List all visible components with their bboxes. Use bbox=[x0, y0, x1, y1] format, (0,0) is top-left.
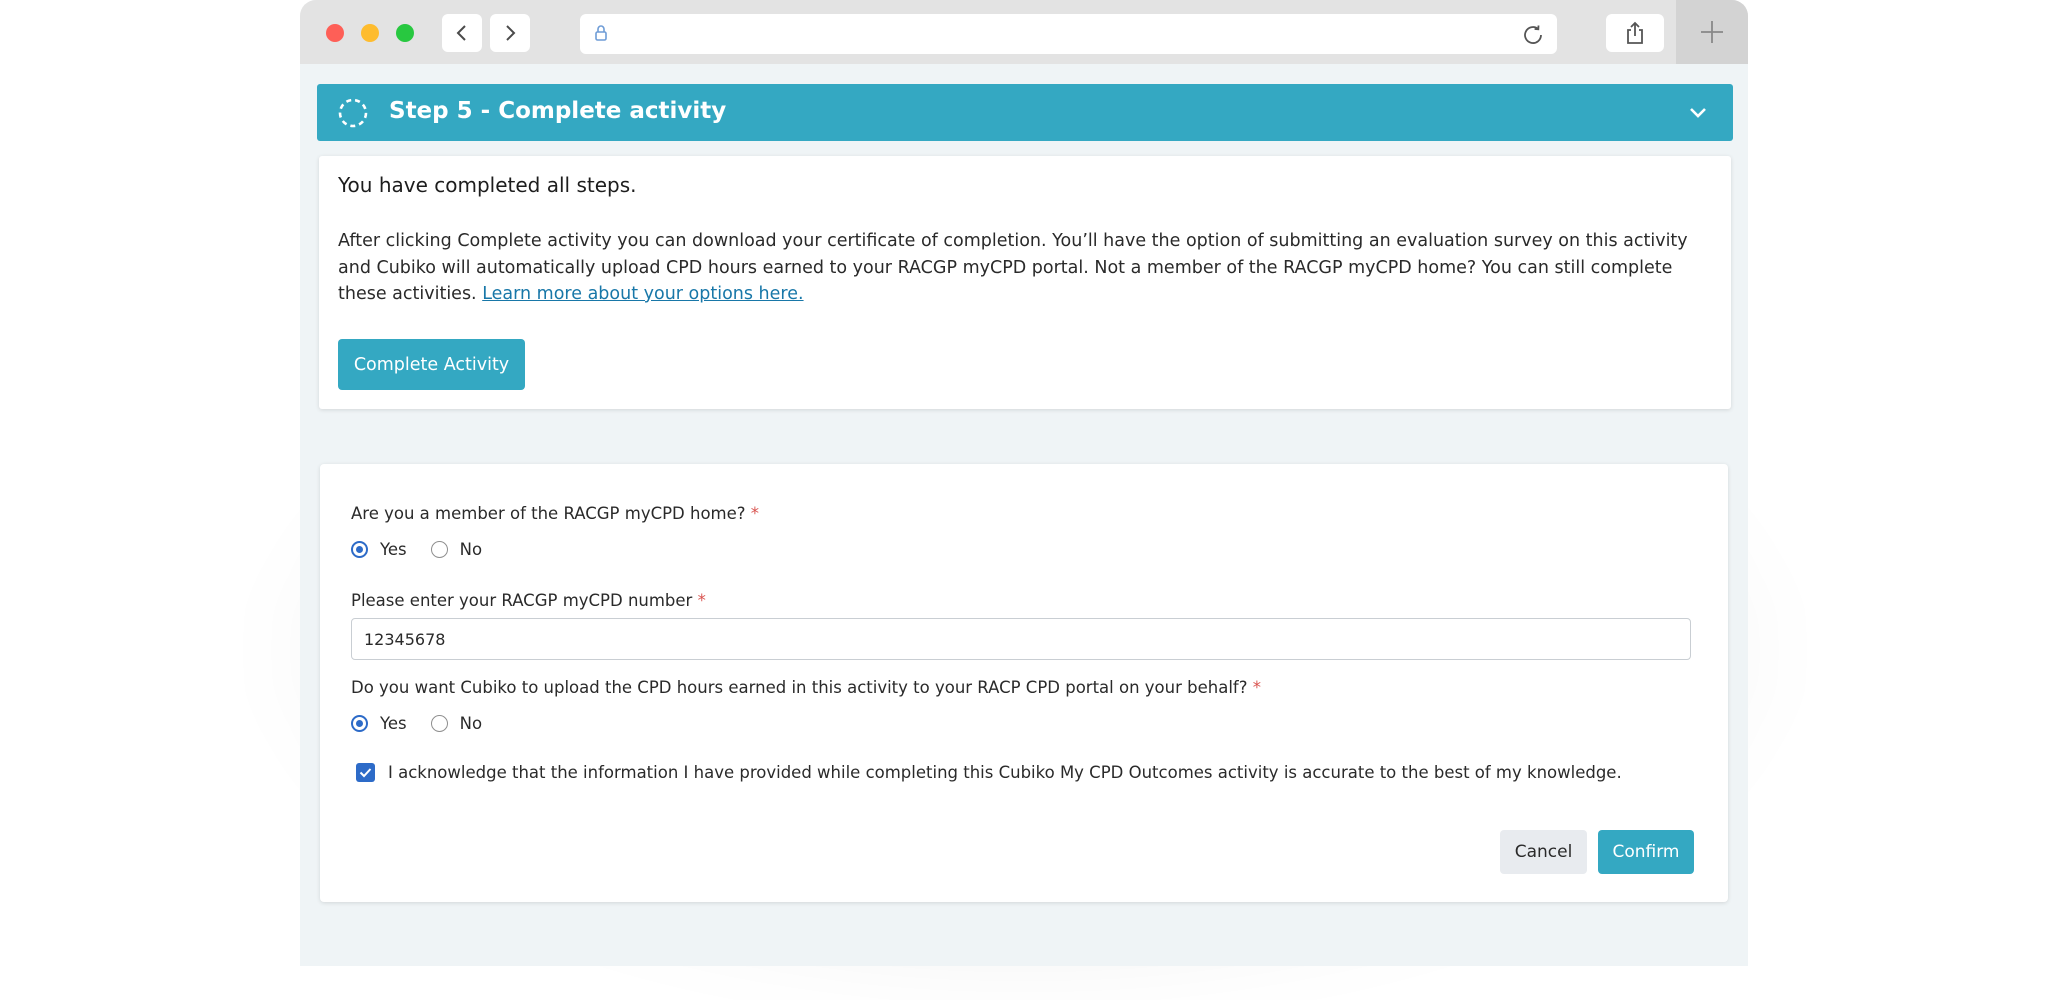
completion-heading: You have completed all steps. bbox=[338, 173, 637, 197]
member-no-radio[interactable] bbox=[430, 541, 448, 558]
chevron-left-icon bbox=[456, 25, 466, 41]
mycpd-number-input[interactable] bbox=[351, 618, 1691, 660]
member-yes-radio[interactable] bbox=[351, 541, 368, 558]
mycpd-number-text: Please enter your RACGP myCPD number bbox=[351, 591, 693, 610]
completion-card: You have completed all steps. After clic… bbox=[319, 156, 1731, 409]
upload-no-label: No bbox=[459, 714, 483, 733]
new-tab-button[interactable] bbox=[1676, 0, 1748, 64]
step-title: Step 5 - Complete activity bbox=[389, 98, 727, 124]
address-bar[interactable] bbox=[580, 14, 1557, 54]
member-question-text: Are you a member of the RACGP myCPD home… bbox=[351, 504, 746, 523]
acknowledge-text: I acknowledge that the information I hav… bbox=[388, 763, 1622, 782]
upload-yes-label: Yes bbox=[380, 714, 407, 733]
back-button[interactable] bbox=[442, 14, 482, 52]
browser-window: Step 5 - Complete activity You have comp… bbox=[300, 0, 1748, 966]
upload-no-radio[interactable] bbox=[430, 715, 448, 732]
required-asterisk: * bbox=[697, 591, 706, 610]
share-button[interactable] bbox=[1606, 14, 1664, 52]
minimize-window-button[interactable] bbox=[361, 24, 379, 42]
upload-yes-option[interactable]: Yes bbox=[351, 714, 407, 733]
plus-icon bbox=[1701, 21, 1723, 43]
upload-yes-radio[interactable] bbox=[351, 715, 368, 732]
browser-toolbar bbox=[300, 0, 1748, 64]
upload-radio-group: Yes No bbox=[351, 714, 506, 733]
required-asterisk: * bbox=[750, 504, 760, 523]
cancel-button[interactable]: Cancel bbox=[1500, 830, 1587, 874]
member-no-option[interactable]: No bbox=[430, 540, 483, 559]
completion-description: After clicking Complete activity you can… bbox=[338, 228, 1718, 308]
acknowledge-checkbox[interactable] bbox=[356, 763, 375, 782]
zoom-window-button[interactable] bbox=[396, 24, 414, 42]
upload-no-option[interactable]: No bbox=[430, 714, 483, 733]
cpd-form-card: Are you a member of the RACGP myCPD home… bbox=[320, 464, 1728, 902]
required-asterisk: * bbox=[1252, 678, 1261, 697]
close-window-button[interactable] bbox=[326, 24, 344, 42]
lock-icon bbox=[595, 25, 607, 41]
member-question-label: Are you a member of the RACGP myCPD home… bbox=[351, 504, 759, 523]
mycpd-number-label: Please enter your RACGP myCPD number * bbox=[351, 591, 706, 610]
upload-question-label: Do you want Cubiko to upload the CPD hou… bbox=[351, 678, 1261, 697]
chevron-down-icon[interactable] bbox=[1687, 102, 1709, 124]
reload-icon[interactable] bbox=[1521, 23, 1545, 47]
member-no-label: No bbox=[459, 540, 483, 559]
member-yes-label: Yes bbox=[380, 540, 407, 559]
upload-question-text: Do you want Cubiko to upload the CPD hou… bbox=[351, 678, 1248, 697]
complete-activity-button[interactable]: Complete Activity bbox=[338, 339, 525, 390]
forward-button[interactable] bbox=[490, 14, 530, 52]
acknowledge-row: I acknowledge that the information I hav… bbox=[356, 763, 1622, 782]
share-icon bbox=[1627, 21, 1643, 44]
checkmark-icon bbox=[359, 768, 372, 778]
in-progress-icon bbox=[338, 98, 368, 128]
member-yes-option[interactable]: Yes bbox=[351, 540, 407, 559]
member-radio-group: Yes No bbox=[351, 540, 506, 559]
learn-more-link[interactable]: Learn more about your options here. bbox=[482, 284, 803, 304]
step-header[interactable]: Step 5 - Complete activity bbox=[317, 84, 1733, 141]
chevron-right-icon bbox=[506, 25, 516, 41]
confirm-button[interactable]: Confirm bbox=[1598, 830, 1694, 874]
